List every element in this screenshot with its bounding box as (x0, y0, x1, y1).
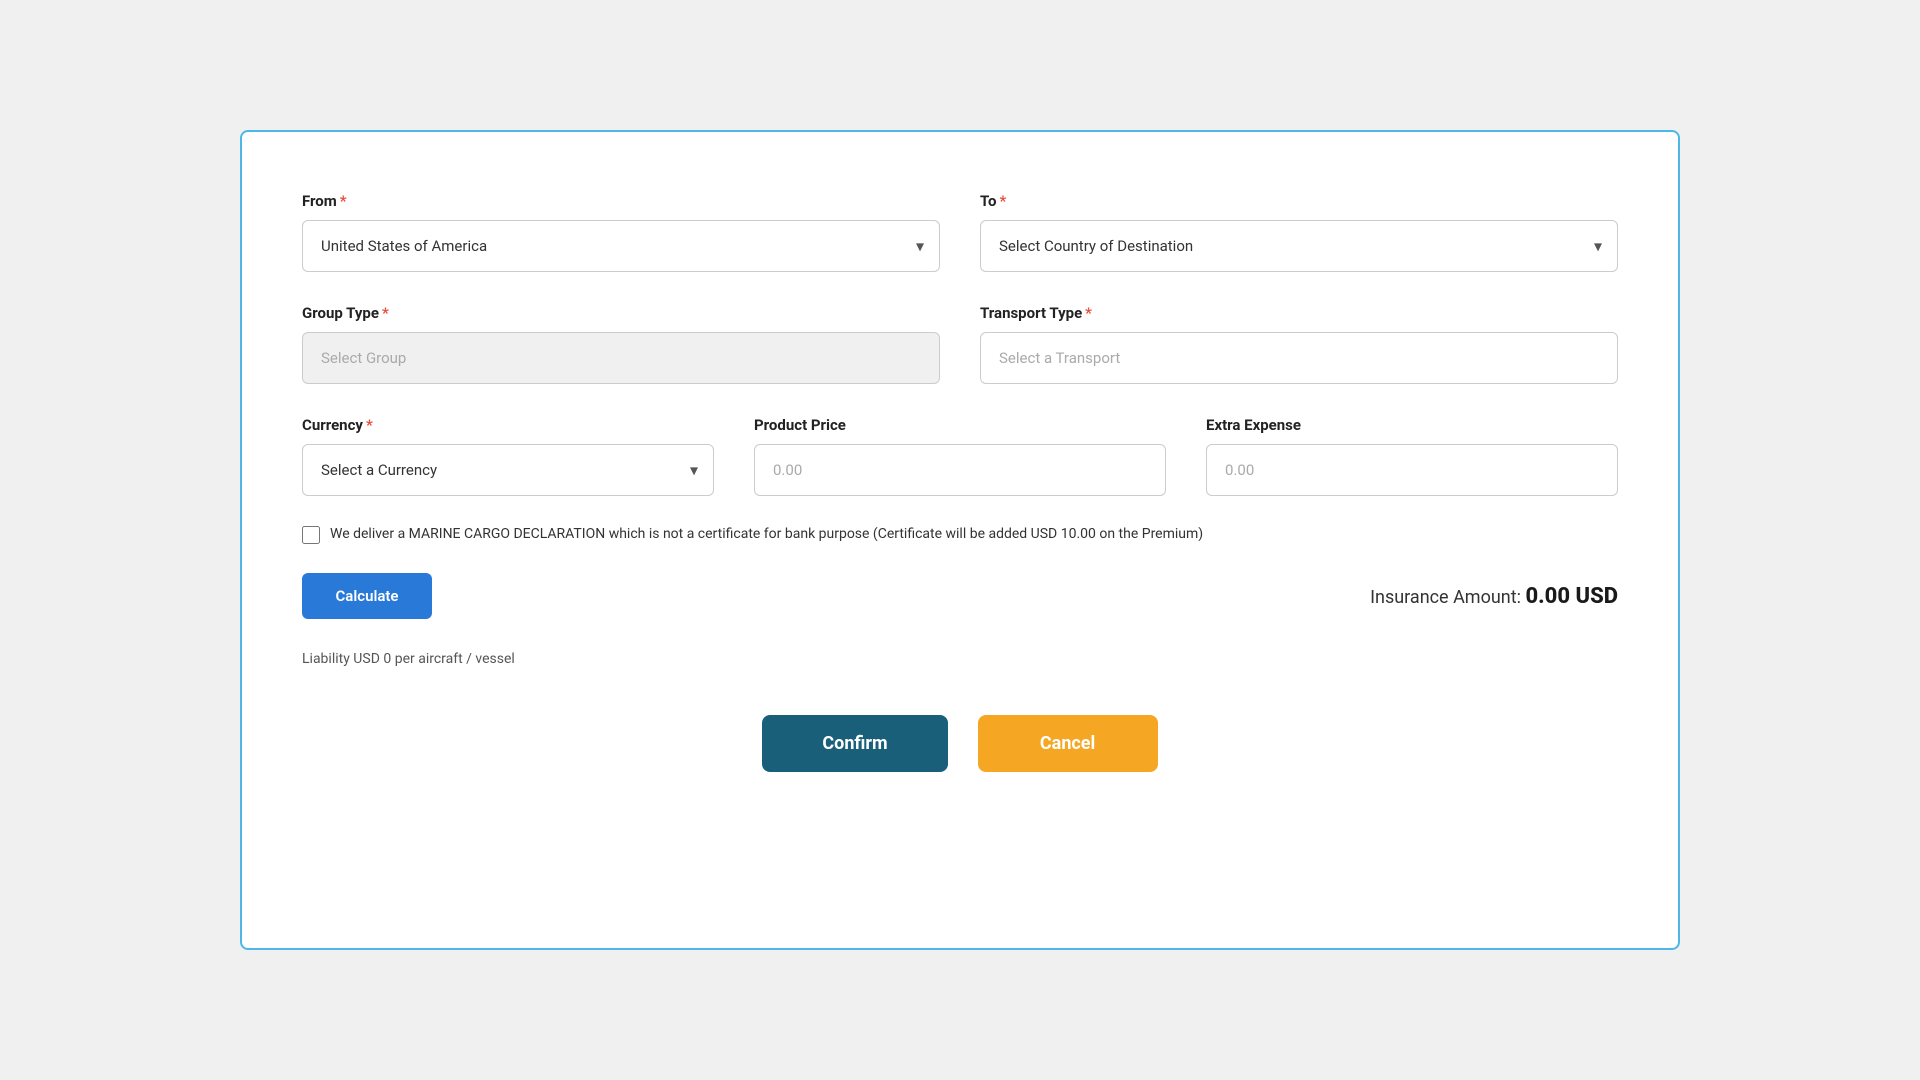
insurance-amount-label: Insurance Amount: (1370, 587, 1521, 608)
currency-label: Currency* (302, 416, 714, 434)
action-buttons-row: Confirm Cancel (302, 715, 1618, 772)
calculate-button[interactable]: Calculate (302, 573, 432, 619)
form-container: From* United States of America ▾ To* Sel… (240, 130, 1680, 950)
product-price-input[interactable] (754, 444, 1166, 496)
to-label: To* (980, 192, 1618, 210)
confirm-button[interactable]: Confirm (762, 715, 947, 772)
group-transport-row: Group Type* Transport Type* (302, 304, 1618, 384)
transport-type-label: Transport Type* (980, 304, 1618, 322)
cancel-button[interactable]: Cancel (978, 715, 1158, 772)
currency-select-wrapper: Select a Currency ▾ (302, 444, 714, 496)
product-price-label: Product Price (754, 416, 1166, 434)
to-select-wrapper: Select Country of Destination ▾ (980, 220, 1618, 272)
transport-type-group: Transport Type* (980, 304, 1618, 384)
marine-cargo-label: We deliver a MARINE CARGO DECLARATION wh… (330, 524, 1203, 545)
from-select-wrapper: United States of America ▾ (302, 220, 940, 272)
currency-group: Currency* Select a Currency ▾ (302, 416, 714, 496)
extra-expense-group: Extra Expense (1206, 416, 1618, 496)
currency-price-row: Currency* Select a Currency ▾ Product Pr… (302, 416, 1618, 496)
group-type-input[interactable] (302, 332, 940, 384)
to-select[interactable]: Select Country of Destination (980, 220, 1618, 272)
group-type-label: Group Type* (302, 304, 940, 322)
to-group: To* Select Country of Destination ▾ (980, 192, 1618, 272)
marine-cargo-checkbox[interactable] (302, 526, 320, 544)
insurance-amount-value: 0.00 USD (1525, 584, 1618, 609)
transport-type-input[interactable] (980, 332, 1618, 384)
extra-expense-label: Extra Expense (1206, 416, 1618, 434)
from-group: From* United States of America ▾ (302, 192, 940, 272)
extra-expense-input[interactable] (1206, 444, 1618, 496)
from-label: From* (302, 192, 940, 210)
insurance-amount-display: Insurance Amount: 0.00 USD (1370, 584, 1618, 609)
product-price-group: Product Price (754, 416, 1166, 496)
checkbox-row: We deliver a MARINE CARGO DECLARATION wh… (302, 524, 1618, 545)
liability-text: Liability USD 0 per aircraft / vessel (302, 651, 1618, 667)
group-type-group: Group Type* (302, 304, 940, 384)
from-to-row: From* United States of America ▾ To* Sel… (302, 192, 1618, 272)
calculate-insurance-row: Calculate Insurance Amount: 0.00 USD (302, 573, 1618, 619)
from-select[interactable]: United States of America (302, 220, 940, 272)
currency-select[interactable]: Select a Currency (302, 444, 714, 496)
